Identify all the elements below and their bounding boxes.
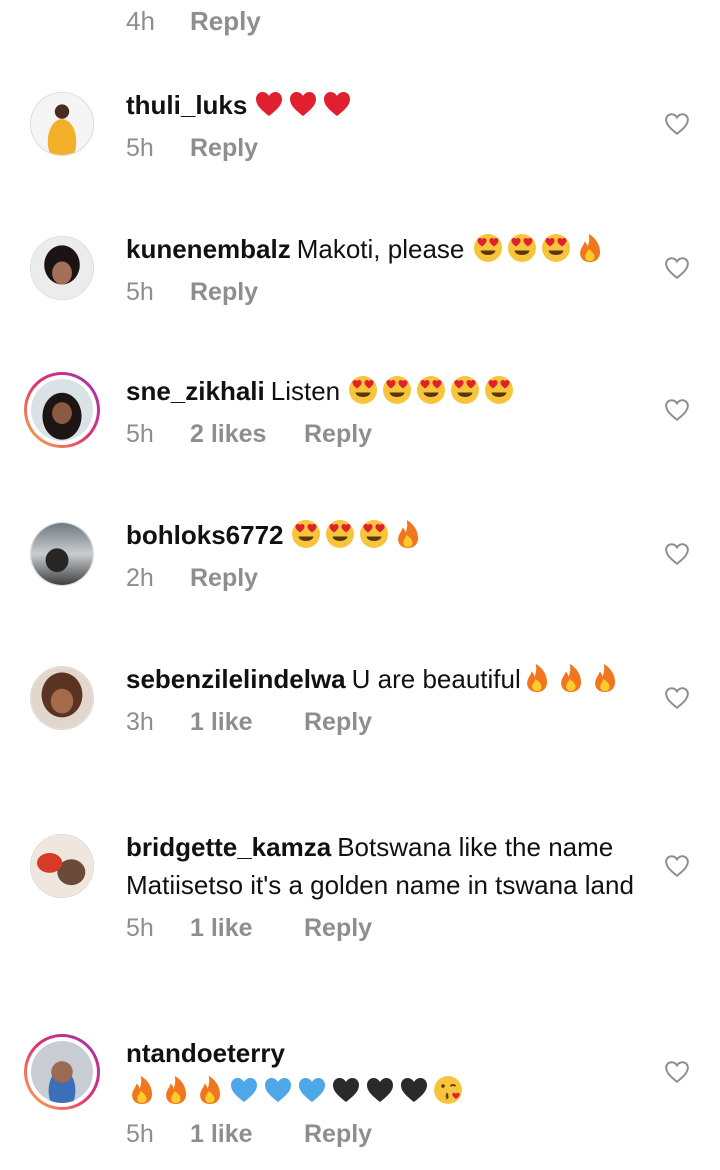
heart-eyes-emoji-icon [541, 234, 570, 262]
username[interactable]: kunenembalz [126, 234, 291, 264]
avatar[interactable] [30, 522, 94, 586]
avatar-with-story-ring[interactable] [24, 372, 100, 448]
username[interactable]: sebenzilelindelwa [126, 664, 346, 694]
comment-meta: 2h Reply [126, 560, 646, 596]
blue-heart-emoji-icon [231, 1078, 257, 1102]
fire-emoji-icon [397, 520, 418, 548]
reply-button[interactable]: Reply [190, 559, 258, 597]
comment-time: 4h [126, 5, 155, 36]
heart-eyes-emoji-icon [291, 520, 320, 548]
avatar-with-story-ring[interactable] [24, 1034, 100, 1110]
comment-time: 5h [126, 1120, 154, 1148]
username[interactable]: bohloks6772 [126, 520, 284, 550]
heart-eyes-emoji-icon [359, 520, 388, 548]
like-heart-icon[interactable] [664, 1059, 690, 1085]
heart-eyes-emoji-icon [325, 520, 354, 548]
like-heart-icon[interactable] [664, 111, 690, 137]
comment-meta: 5h Reply [126, 130, 646, 166]
reply-button[interactable]: Reply [304, 415, 372, 453]
emoji-row [472, 234, 608, 264]
comment-time: 5h [126, 420, 154, 448]
comment-body: bridgette_kamza Botswana like the name Ma… [126, 828, 646, 946]
heart-emoji-icon [290, 92, 317, 116]
comment-meta: 3h 1 like Reply [126, 704, 646, 740]
heart-eyes-emoji-icon [485, 376, 514, 404]
blue-heart-emoji-icon [299, 1078, 325, 1102]
reply-button[interactable]: Reply [304, 1115, 372, 1153]
reply-button[interactable]: Reply [190, 6, 261, 37]
blue-heart-emoji-icon [265, 1078, 291, 1102]
comment-time: 5h [126, 134, 154, 162]
comment-time: 3h [126, 708, 154, 736]
heart-eyes-emoji-icon [507, 234, 536, 262]
likes-count[interactable]: 1 like [190, 909, 304, 947]
fire-emoji-icon [594, 664, 615, 692]
avatar[interactable] [30, 666, 94, 730]
black-heart-emoji-icon [333, 1078, 359, 1102]
comment-body: sne_zikhali Listen 5h 2 likes Reply [126, 372, 646, 452]
like-heart-icon[interactable] [664, 255, 690, 281]
fire-emoji-icon [166, 1076, 187, 1104]
comment-meta: 5h 1 like Reply [126, 1116, 646, 1152]
username[interactable]: bridgette_kamza [126, 832, 331, 862]
likes-count[interactable]: 2 likes [190, 415, 304, 453]
heart-eyes-emoji-icon [417, 376, 446, 404]
fire-emoji-icon [560, 664, 581, 692]
fire-emoji-icon [579, 234, 600, 262]
reply-button[interactable]: Reply [190, 129, 258, 167]
reply-button[interactable]: Reply [304, 909, 372, 947]
comment-text: Makoti, please [296, 234, 465, 264]
comment-time: 2h [126, 564, 154, 592]
comment-body: sebenzilelindelwa U are beautiful 3h 1 li… [126, 660, 646, 740]
comment-body: thuli_luks 5h Reply [126, 86, 646, 166]
comment-body: bohloks6772 2h Reply [126, 516, 646, 596]
black-heart-emoji-icon [367, 1078, 393, 1102]
username[interactable]: ntandoeterry [126, 1038, 285, 1068]
comment-text: Listen [270, 376, 341, 406]
reply-button[interactable]: Reply [304, 703, 372, 741]
previous-comment-meta: 4h Reply [126, 4, 261, 38]
comment-body: ntandoeterry 5h 1 like Reply [126, 1034, 646, 1152]
avatar[interactable] [30, 834, 94, 898]
heart-eyes-emoji-icon [349, 376, 378, 404]
like-heart-icon[interactable] [664, 853, 690, 879]
like-heart-icon[interactable] [664, 541, 690, 567]
fire-emoji-icon [200, 1076, 221, 1104]
heart-emoji-icon [256, 92, 283, 116]
avatar[interactable] [30, 92, 94, 156]
avatar[interactable] [30, 236, 94, 300]
comment-time: 5h [126, 914, 154, 942]
comment-time: 5h [126, 278, 154, 306]
comment-meta: 5h 2 likes Reply [126, 416, 646, 452]
emoji-row [521, 664, 623, 694]
emoji-row [347, 376, 517, 406]
emoji-row [253, 90, 355, 120]
black-heart-emoji-icon [401, 1078, 427, 1102]
like-heart-icon[interactable] [664, 397, 690, 423]
fire-emoji-icon [526, 664, 547, 692]
heart-emoji-icon [324, 92, 351, 116]
comment-meta: 5h 1 like Reply [126, 910, 646, 946]
likes-count[interactable]: 1 like [190, 703, 304, 741]
reply-button[interactable]: Reply [190, 273, 258, 311]
comment-text: U are beautiful [351, 664, 521, 694]
comment-body: kunenembalz Makoti, please 5h Reply [126, 230, 646, 310]
fire-emoji-icon [132, 1076, 153, 1104]
emoji-row [126, 1076, 466, 1106]
like-heart-icon[interactable] [664, 685, 690, 711]
heart-eyes-emoji-icon [383, 376, 412, 404]
username[interactable]: sne_zikhali [126, 376, 265, 406]
heart-eyes-emoji-icon [473, 234, 502, 262]
heart-eyes-emoji-icon [451, 376, 480, 404]
likes-count[interactable]: 1 like [190, 1115, 304, 1153]
comment-meta: 5h Reply [126, 274, 646, 310]
username[interactable]: thuli_luks [126, 90, 247, 120]
emoji-row [290, 520, 426, 550]
kiss-emoji-icon [434, 1076, 462, 1104]
